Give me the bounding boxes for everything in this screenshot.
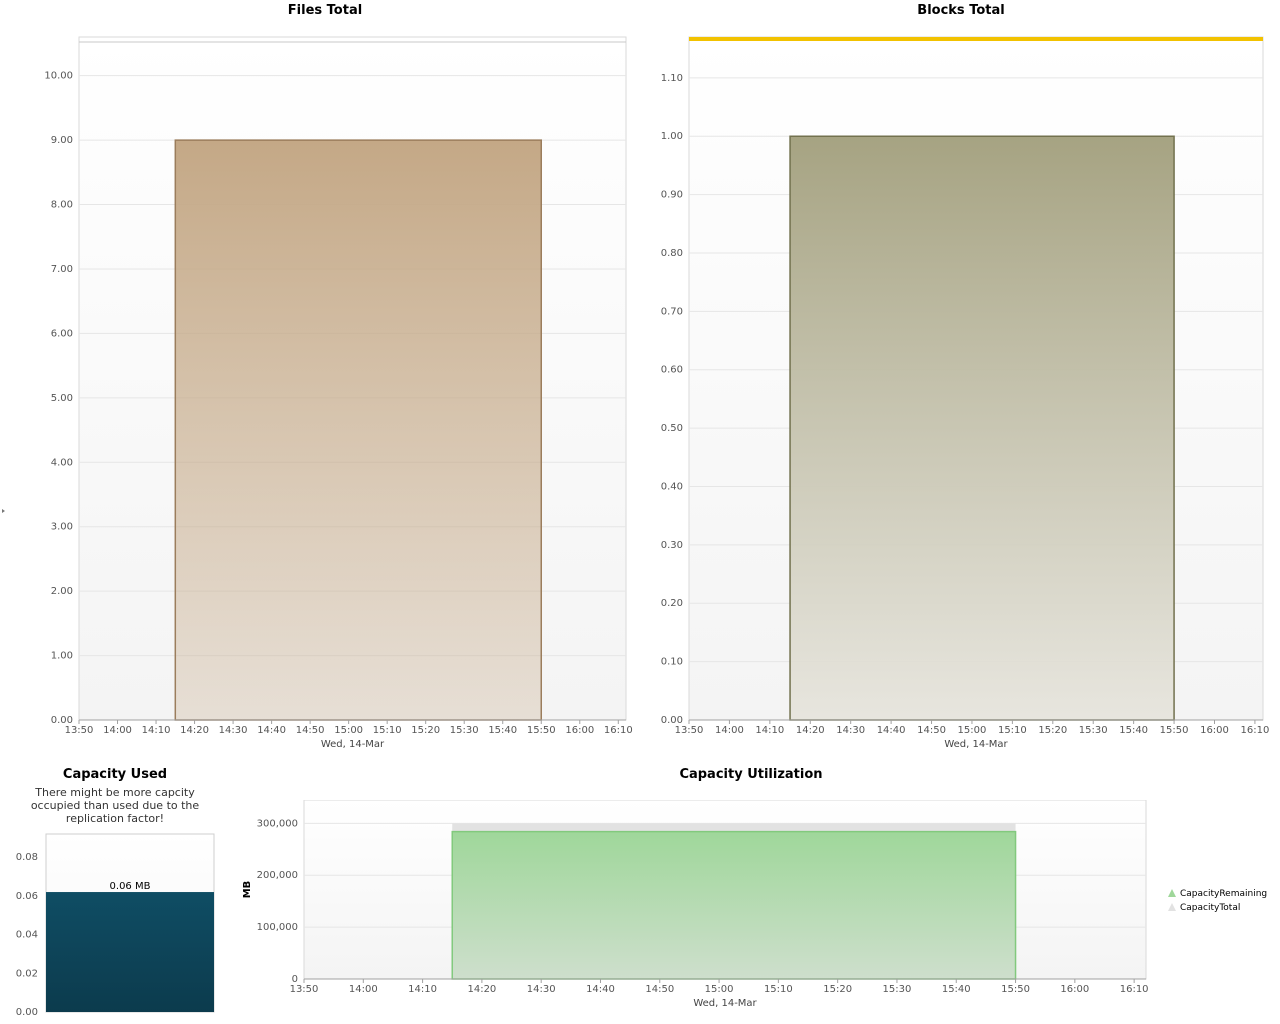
- y-tick-label: 0.70: [661, 306, 683, 317]
- x-tick-label: 14:40: [586, 984, 615, 995]
- x-tick-label: 14:50: [917, 725, 946, 736]
- y-tick-label: 200,000: [257, 870, 298, 881]
- bar: [46, 892, 214, 1012]
- x-tick-label: 13:50: [65, 725, 94, 736]
- legend-marker-icon: [1168, 903, 1176, 911]
- x-tick-label: 14:30: [836, 725, 865, 736]
- files-total-chart: 0.001.002.003.004.005.006.007.008.009.00…: [44, 36, 633, 750]
- x-tick-label: 14:30: [219, 725, 248, 736]
- x-axis-title: Wed, 14-Mar: [693, 998, 757, 1009]
- blocks-total-chart: 0.000.100.200.300.400.500.600.700.800.90…: [661, 36, 1270, 750]
- x-tick-label: 15:50: [527, 725, 556, 736]
- x-tick-label: 15:00: [334, 725, 363, 736]
- y-tick-label: 1.00: [51, 651, 73, 662]
- y-tick-label: 3.00: [51, 522, 73, 533]
- y-tick-label: 0.04: [16, 930, 38, 941]
- legend-item-capacitytotal: CapacityTotal: [1180, 903, 1240, 913]
- x-tick-label: 16:10: [1241, 725, 1270, 736]
- y-tick-label: 0.90: [661, 190, 683, 201]
- y-tick-label: 0.60: [661, 365, 683, 376]
- bar-data-label: 0.06 MB: [110, 881, 151, 892]
- x-tick-label: 14:50: [296, 725, 325, 736]
- legend-item-capacityremaining: CapacityRemaining: [1180, 889, 1267, 899]
- x-tick-label: 16:10: [604, 725, 633, 736]
- x-tick-label: 15:20: [1038, 725, 1067, 736]
- x-tick-label: 15:40: [942, 984, 971, 995]
- x-tick-label: 15:00: [958, 725, 987, 736]
- x-tick-label: 14:40: [877, 725, 906, 736]
- y-tick-label: 6.00: [51, 328, 73, 339]
- y-tick-label: 0.80: [661, 248, 683, 259]
- y-tick-label: 0.00: [16, 1007, 38, 1018]
- x-tick-label: 14:20: [796, 725, 825, 736]
- x-tick-label: 13:50: [675, 725, 704, 736]
- legend-marker-icon: [1168, 889, 1176, 897]
- y-tick-label: 4.00: [51, 457, 73, 468]
- capacity-used-title: Capacity Used: [62, 767, 168, 782]
- x-tick-label: 15:30: [883, 984, 912, 995]
- series-area-1: [789, 135, 1175, 721]
- y-tick-label: 7.00: [51, 264, 73, 275]
- capacity-used-chart: 0.00 0.02 0.04 0.06 0.08 0.06 MB: [16, 833, 215, 1018]
- x-tick-label: 15:20: [823, 984, 852, 995]
- x-tick-label: 15:00: [705, 984, 734, 995]
- y-tick-label: 0.06: [16, 891, 38, 902]
- x-tick-label: 16:00: [1060, 984, 1089, 995]
- y-tick-label: 0.08: [16, 852, 38, 863]
- y-tick-label: 2.00: [51, 586, 73, 597]
- x-tick-label: 13:50: [290, 984, 319, 995]
- y-tick-label: 1.10: [661, 73, 683, 84]
- x-tick-label: 15:10: [764, 984, 793, 995]
- capacity-utilization-chart: 0100,000200,000300,00013:50 14:00 14:10 14:…: [242, 800, 1267, 1009]
- x-tick-label: 14:40: [257, 725, 286, 736]
- x-tick-label: 15:30: [1079, 725, 1108, 736]
- x-tick-label: 14:50: [645, 984, 674, 995]
- x-tick-label: 14:00: [349, 984, 378, 995]
- y-tick-label: 0.30: [661, 540, 683, 551]
- x-tick-label: 16:00: [1200, 725, 1229, 736]
- x-tick-label: 14:20: [467, 984, 496, 995]
- x-tick-label: 15:10: [998, 725, 1027, 736]
- x-tick-label: 14:10: [408, 984, 437, 995]
- dashboard: Files Total 0.00 1.00 2.00 3.00 4.00 5.00 6.00…: [0, 0, 1280, 1024]
- y-tick-label: 300,000: [257, 818, 298, 829]
- x-tick-label: 15:40: [488, 725, 517, 736]
- y-tick-label: 100,000: [257, 922, 298, 933]
- x-tick-label: 14:00: [103, 725, 132, 736]
- x-tick-label: 15:50: [1160, 725, 1189, 736]
- x-tick-label: 16:10: [1120, 984, 1149, 995]
- x-tick-label: 14:30: [527, 984, 556, 995]
- y-tick-label: 9.00: [51, 135, 73, 146]
- y-tick-label: 0.50: [661, 423, 683, 434]
- x-tick-label: 14:10: [755, 725, 784, 736]
- x-tick-label: 16:00: [565, 725, 594, 736]
- x-tick-label: 15:30: [450, 725, 479, 736]
- y-tick-label: 0.40: [661, 481, 683, 492]
- capacity-utilization-title: Capacity Utilization: [679, 767, 823, 782]
- y-tick-label: 8.00: [51, 200, 73, 211]
- x-tick-label: 15:10: [373, 725, 402, 736]
- y-tick-label: 1.00: [661, 131, 683, 142]
- y-tick-label: 10.00: [44, 71, 73, 82]
- x-tick-label: 14:20: [180, 725, 209, 736]
- x-tick-label: 15:20: [411, 725, 440, 736]
- y-tick-label: 0.20: [661, 598, 683, 609]
- series-area-capacityremaining: [451, 830, 1017, 980]
- top-band: [689, 37, 1263, 41]
- x-axis-title: Wed, 14-Mar: [944, 739, 1008, 750]
- x-tick-label: 14:00: [715, 725, 744, 736]
- y-tick-label: 0.10: [661, 657, 683, 668]
- series-area-0: [174, 139, 543, 721]
- y-tick-label: 5.00: [51, 393, 73, 404]
- x-tick-label: 15:40: [1119, 725, 1148, 736]
- y-tick-label: 0.02: [16, 968, 38, 979]
- x-tick-label: 15:50: [1001, 984, 1030, 995]
- y-axis-title: MB: [242, 881, 253, 899]
- x-axis-title: Wed, 14-Mar: [321, 739, 385, 750]
- x-tick-label: 14:10: [142, 725, 171, 736]
